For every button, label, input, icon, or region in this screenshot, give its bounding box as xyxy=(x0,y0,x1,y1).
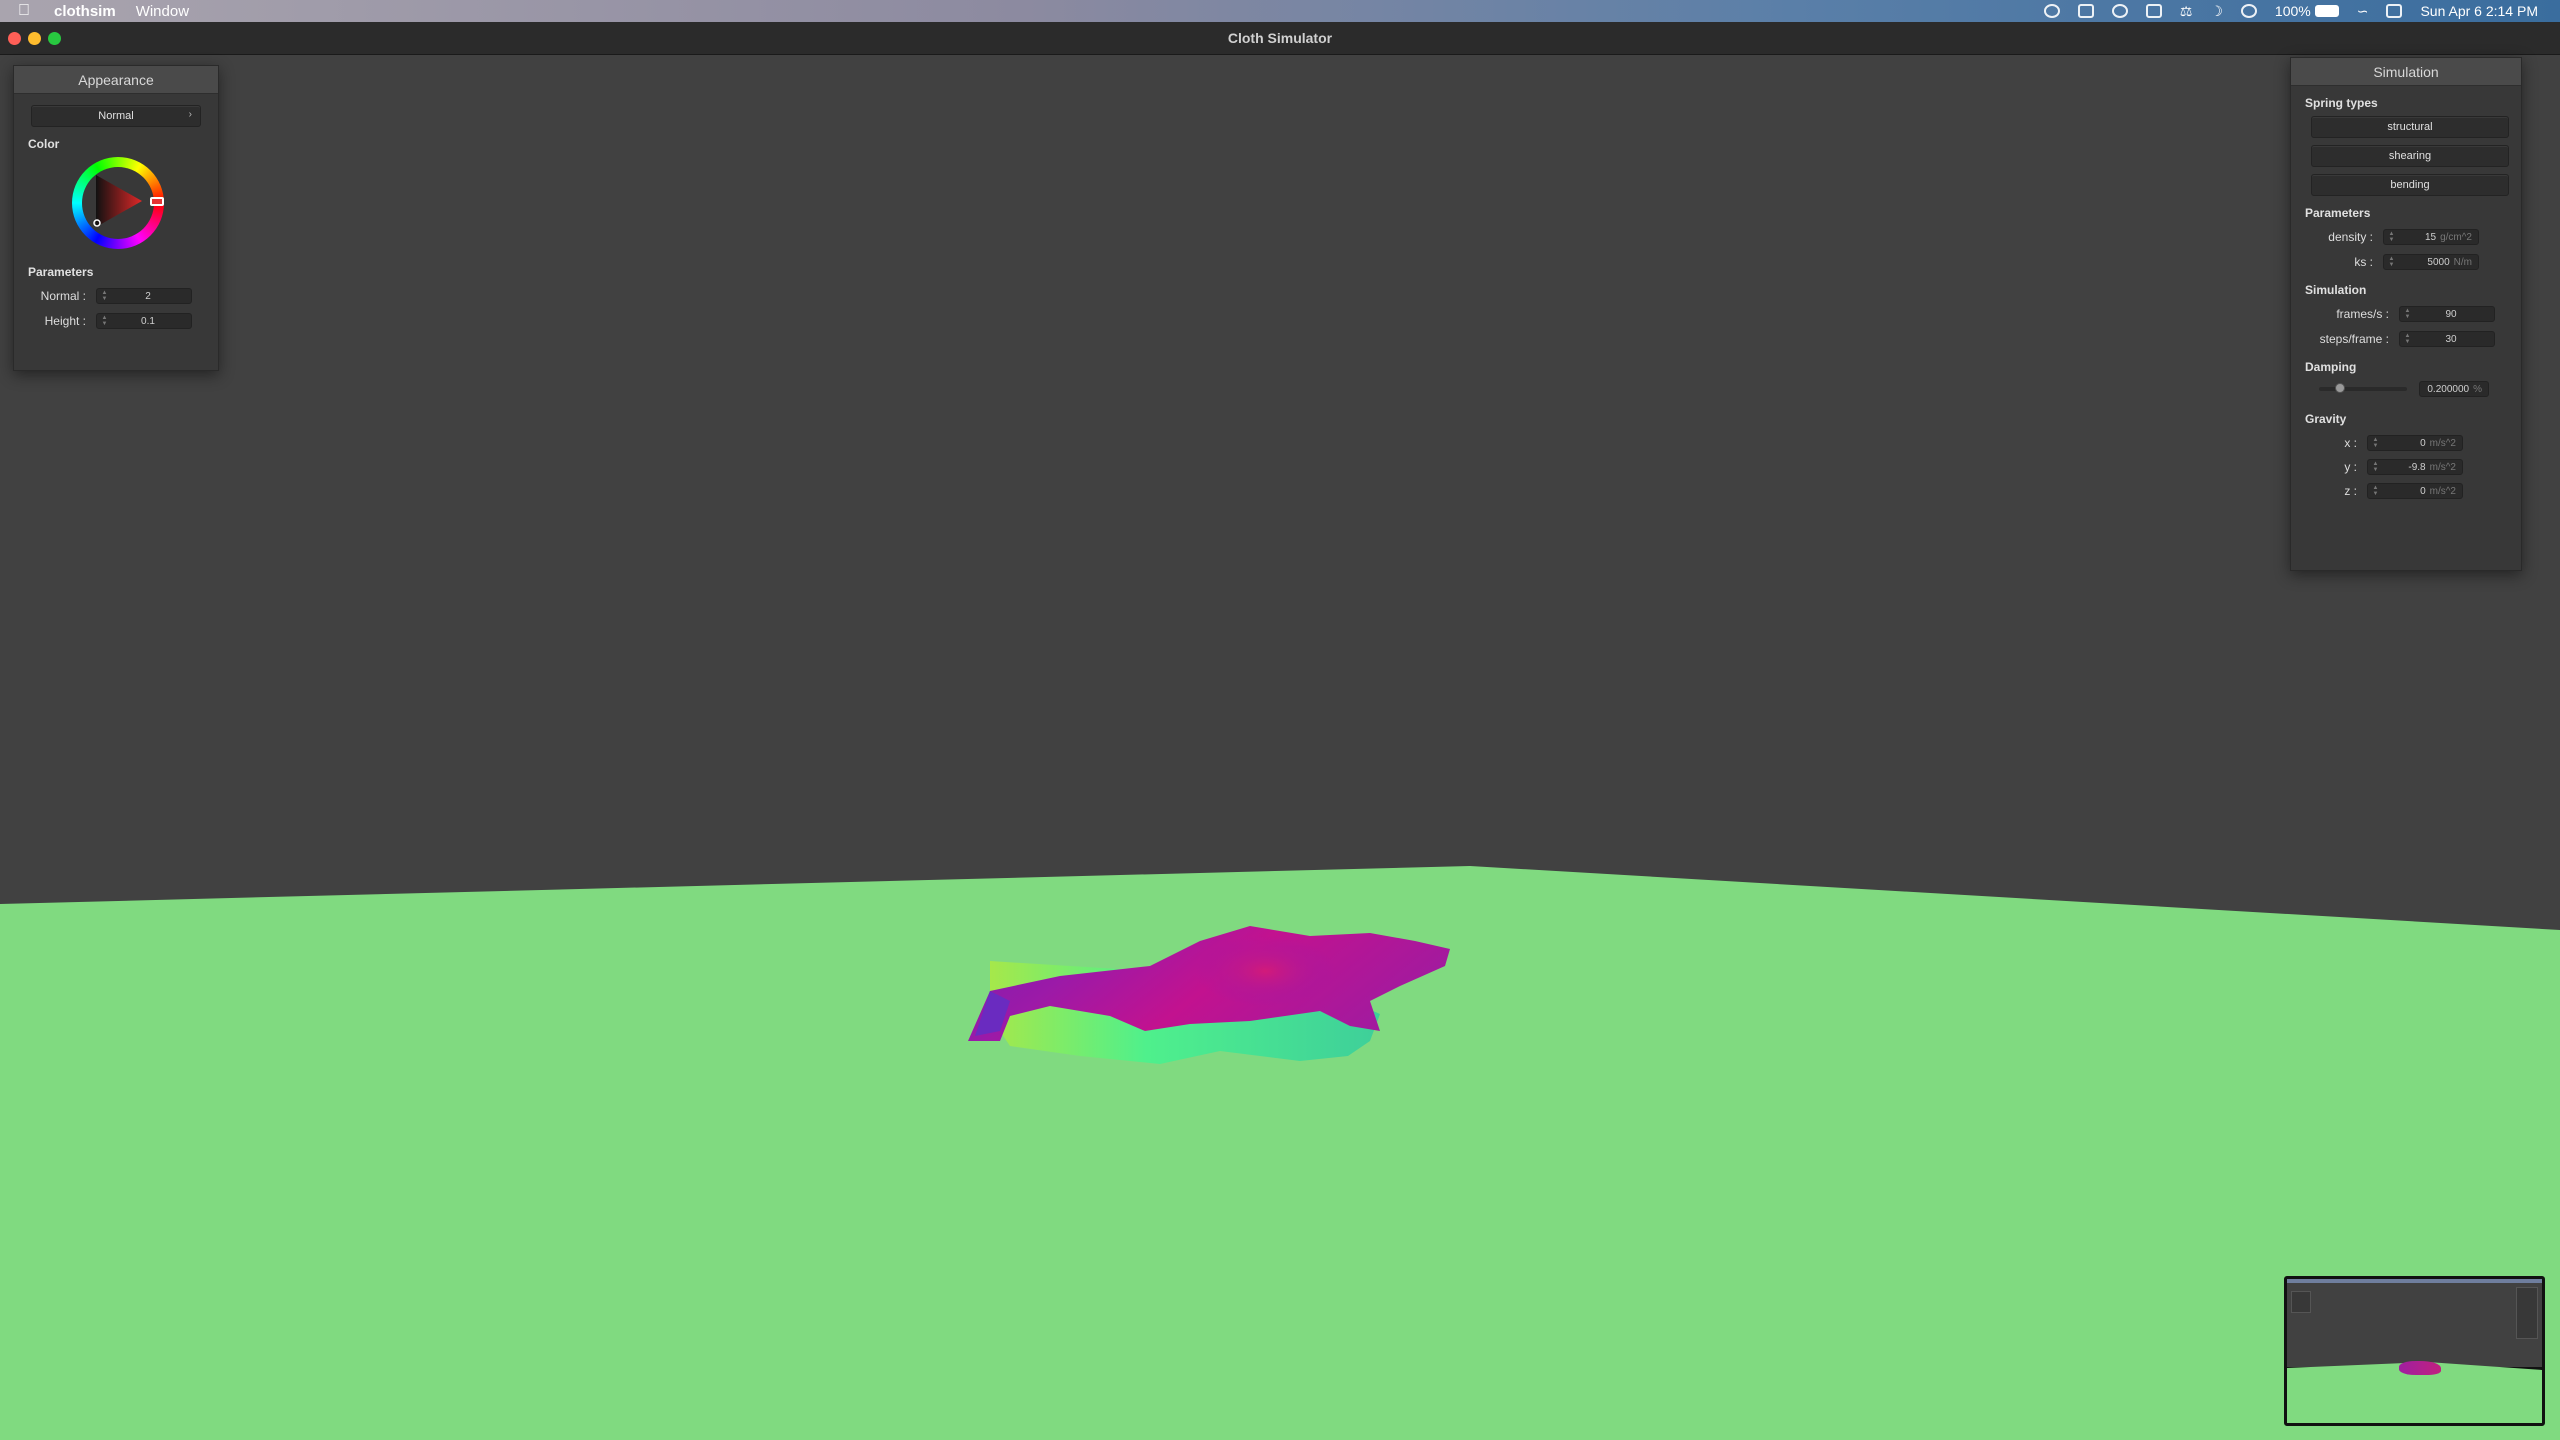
height-field[interactable]: ▲ ▼ 0.1 xyxy=(96,313,192,329)
fps-value: 90 xyxy=(2445,308,2457,320)
stepper-icon[interactable]: ▲ ▼ xyxy=(2371,436,2380,450)
normal-value: 2 xyxy=(145,290,151,302)
spring-types-label: Spring types xyxy=(2305,96,2378,110)
stepper-icon[interactable]: ▲ ▼ xyxy=(2371,484,2380,498)
thumbnail-cloth xyxy=(2399,1361,2441,1375)
structural-toggle[interactable]: structural xyxy=(2311,116,2509,138)
ks-unit: N/m xyxy=(2453,256,2472,268)
gravity-z-field[interactable]: ▲ ▼ 0 m/s^2 xyxy=(2367,483,2463,499)
parameters-label: Parameters xyxy=(2305,206,2371,220)
focus-icon[interactable] xyxy=(2111,4,2128,18)
stepper-icon[interactable]: ▲ ▼ xyxy=(2387,255,2396,269)
scene-canvas[interactable] xyxy=(0,56,2560,1440)
cloth-bump xyxy=(1195,936,1335,1006)
stepper-icon[interactable]: ▲ ▼ xyxy=(2403,307,2412,321)
stepper-icon[interactable]: ▲ ▼ xyxy=(2371,460,2380,474)
thumbnail-appearance-panel xyxy=(2291,1291,2311,1313)
fps-field[interactable]: ▲ ▼ 90 xyxy=(2399,306,2495,322)
minimize-button[interactable] xyxy=(28,32,41,45)
density-field[interactable]: ▲ ▼ 15 g/cm^2 xyxy=(2383,229,2479,245)
density-label: density : xyxy=(2328,230,2373,244)
control-center-icon[interactable] xyxy=(2386,4,2403,18)
appearance-params-label: Parameters xyxy=(28,265,94,279)
shader-value: Normal xyxy=(98,110,134,122)
damping-field[interactable]: 0.200000 % xyxy=(2419,381,2489,397)
height-label: Height : xyxy=(44,314,86,328)
gravity-z-unit: m/s^2 xyxy=(2429,485,2456,497)
clock[interactable]: Sun Apr 6 2:14 PM xyxy=(2420,3,2538,19)
window-title-bar[interactable]: Cloth Simulator xyxy=(0,22,2560,55)
ks-label: ks : xyxy=(2354,255,2373,269)
damping-value: 0.200000 xyxy=(2427,383,2470,395)
apple-icon[interactable]:  xyxy=(18,2,34,20)
layout-icon[interactable] xyxy=(2145,4,2162,18)
battery-cell xyxy=(2314,5,2339,17)
battery-icon[interactable]: 100% xyxy=(2275,3,2339,19)
thumbnail-simulation-panel xyxy=(2516,1287,2538,1339)
damping-slider-handle[interactable] xyxy=(2335,383,2345,393)
stepper-icon[interactable]: ▲ ▼ xyxy=(100,289,109,303)
window-menu[interactable]: Window xyxy=(136,3,189,20)
thumbnail-viewport xyxy=(2287,1279,2542,1367)
steps-field[interactable]: ▲ ▼ 30 xyxy=(2399,331,2495,347)
maximize-button[interactable] xyxy=(48,32,61,45)
gravity-label: Gravity xyxy=(2305,412,2347,426)
damping-unit: % xyxy=(2473,383,2482,395)
damping-slider[interactable] xyxy=(2319,383,2407,393)
fps-label: frames/s : xyxy=(2336,307,2389,321)
normal-field[interactable]: ▲ ▼ 2 xyxy=(96,288,192,304)
gravity-x-field[interactable]: ▲ ▼ 0 m/s^2 xyxy=(2367,435,2463,451)
simulation-panel: Simulation Spring types structural shear… xyxy=(2290,57,2522,571)
height-value: 0.1 xyxy=(141,315,155,327)
gravity-z-label: z : xyxy=(2344,484,2357,498)
gravity-y-value: -9.8 xyxy=(2408,461,2426,473)
accessibility-icon[interactable]: ⚖ xyxy=(2180,3,2193,20)
input-source-icon[interactable] xyxy=(2077,4,2094,18)
chevron-right-icon: › xyxy=(188,109,192,120)
wifi-icon[interactable]: ∽ xyxy=(2357,3,2369,20)
simulation-title[interactable]: Simulation xyxy=(2291,58,2521,86)
gravity-x-value: 0 xyxy=(2420,437,2426,449)
3d-viewport[interactable] xyxy=(0,56,2560,1440)
appearance-panel: Appearance Normal › Color Parameters Nor… xyxy=(13,65,219,371)
gravity-y-label: y : xyxy=(2344,460,2357,474)
shader-dropdown[interactable]: Normal › xyxy=(31,105,201,127)
shearing-toggle[interactable]: shearing xyxy=(2311,145,2509,167)
vpn-icon[interactable] xyxy=(2043,4,2060,18)
appearance-title[interactable]: Appearance xyxy=(14,66,218,94)
thumbnail-menubar xyxy=(2287,1279,2542,1283)
app-menu[interactable]: clothsim xyxy=(54,3,116,20)
battery-percent: 100% xyxy=(2274,3,2311,19)
density-value: 15 xyxy=(2424,231,2437,243)
moon-icon[interactable]: ☽ xyxy=(2210,3,2223,20)
steps-label: steps/frame : xyxy=(2319,332,2389,346)
simulation-section-label: Simulation xyxy=(2305,283,2367,297)
color-label: Color xyxy=(28,137,60,151)
gravity-y-unit: m/s^2 xyxy=(2429,461,2456,473)
ks-field[interactable]: ▲ ▼ 5000 N/m xyxy=(2383,254,2479,270)
ks-value: 5000 xyxy=(2427,256,2450,268)
play-icon[interactable] xyxy=(2240,4,2257,18)
close-button[interactable] xyxy=(8,32,21,45)
gravity-z-value: 0 xyxy=(2420,485,2426,497)
gravity-x-label: x : xyxy=(2344,436,2357,450)
gravity-x-unit: m/s^2 xyxy=(2429,437,2456,449)
bending-toggle[interactable]: bending xyxy=(2311,174,2509,196)
stepper-icon[interactable]: ▲ ▼ xyxy=(100,314,109,328)
screenshot-thumbnail[interactable] xyxy=(2284,1276,2545,1426)
color-wheel-icon[interactable] xyxy=(72,157,164,249)
window-title: Cloth Simulator xyxy=(1227,30,1333,46)
stepper-icon[interactable]: ▲ ▼ xyxy=(2387,230,2396,244)
hue-marker[interactable] xyxy=(150,197,164,206)
normal-label: Normal : xyxy=(40,289,86,303)
damping-label: Damping xyxy=(2305,360,2357,374)
menu-bar:  clothsim Window ⚖ ☽ 100% ∽ Sun Apr 6 2… xyxy=(0,0,2560,22)
steps-value: 30 xyxy=(2445,333,2457,345)
stepper-icon[interactable]: ▲ ▼ xyxy=(2403,332,2412,346)
density-unit: g/cm^2 xyxy=(2440,231,2472,243)
gravity-y-field[interactable]: ▲ ▼ -9.8 m/s^2 xyxy=(2367,459,2463,475)
